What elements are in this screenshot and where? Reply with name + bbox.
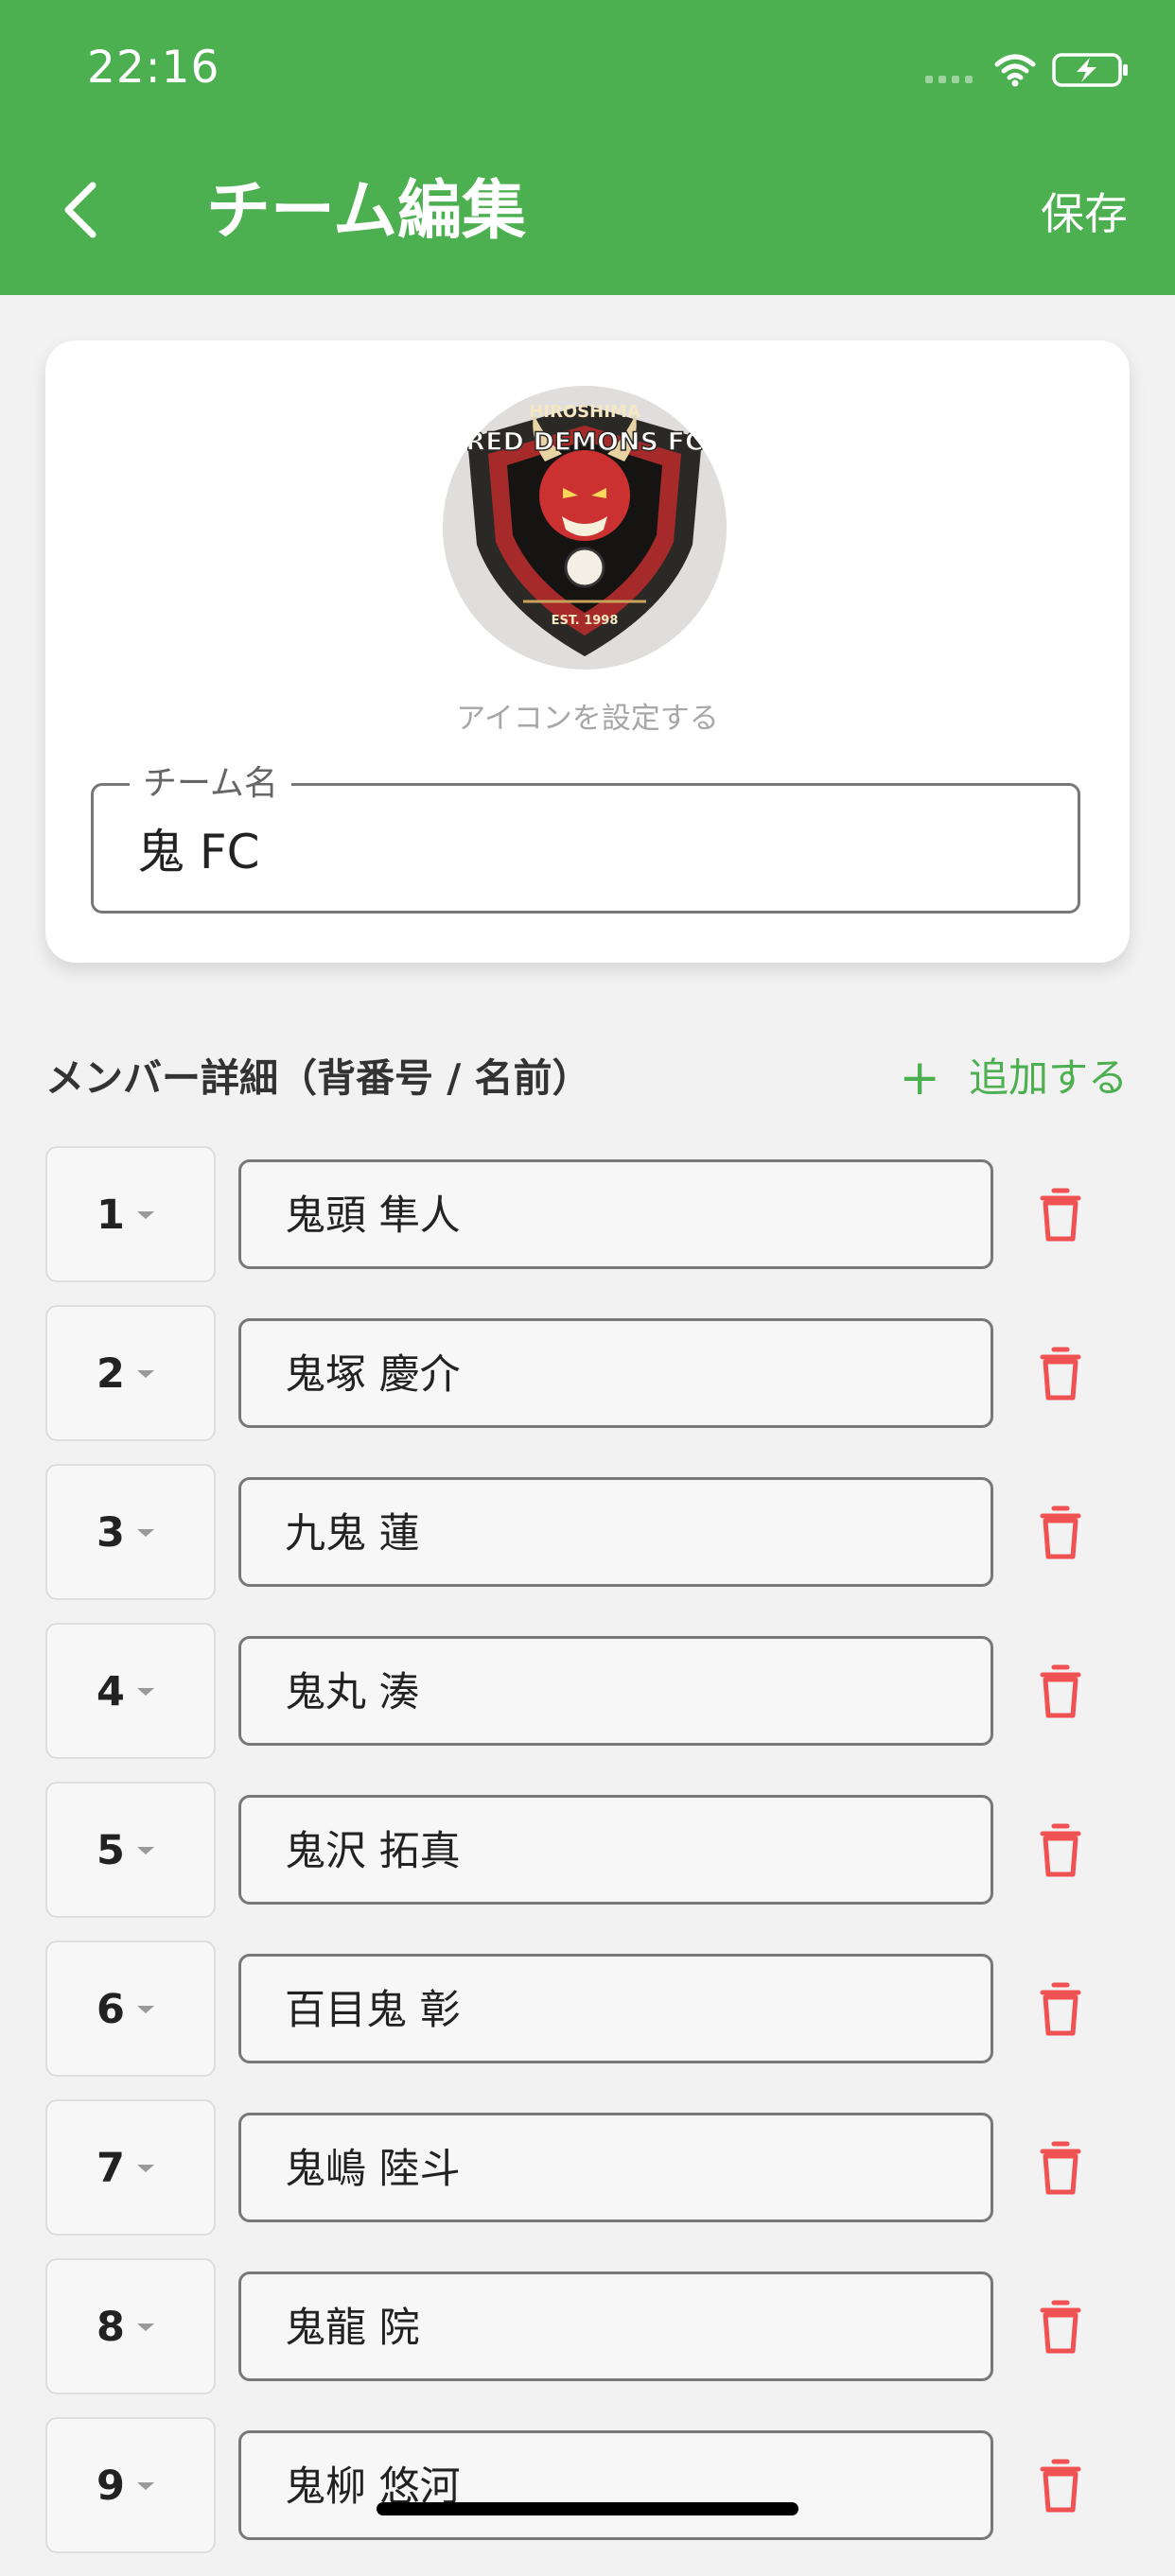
member-name-field[interactable]: 鬼沢 拓真 xyxy=(238,1795,993,1905)
add-member-label: 追加する xyxy=(968,1054,1128,1101)
app-header: 22:16 チーム編集 保存 xyxy=(0,0,1175,295)
status-time: 22:16 xyxy=(87,42,220,94)
member-name-field[interactable]: 鬼頭 隼人 xyxy=(238,1159,993,1269)
wifi-icon xyxy=(994,54,1036,87)
dropdown-arrow-icon xyxy=(137,1688,154,1696)
jersey-number-value: 3 xyxy=(96,1509,125,1557)
team-avatar[interactable]: HIROSHIMA RED DEMONS FC EST. 1998 xyxy=(443,386,727,670)
member-list: 1 鬼頭 隼人 2 鬼塚 慶介 3 九鬼 蓮 4 鬼丸 湊 5 鬼沢 拓真 6 … xyxy=(45,1146,1130,2576)
plus-icon: + xyxy=(899,1050,940,1106)
jersey-number-select[interactable]: 6 xyxy=(45,1941,216,2077)
team-name-label: チーム名 xyxy=(130,761,291,807)
member-row: 5 鬼沢 拓真 xyxy=(45,1782,1130,1941)
page-title: チーム編集 xyxy=(206,174,526,249)
member-row: 7 鬼嶋 陸斗 xyxy=(45,2099,1130,2258)
member-name-value: 鬼丸 湊 xyxy=(285,1669,420,1716)
member-name-value: 鬼塚 慶介 xyxy=(285,1351,461,1399)
member-name-value: 鬼沢 拓真 xyxy=(285,1828,461,1875)
member-row: 2 鬼塚 慶介 xyxy=(45,1305,1130,1464)
home-indicator xyxy=(377,2502,798,2515)
team-name-value[interactable]: 鬼 FC xyxy=(137,824,260,880)
dropdown-arrow-icon xyxy=(137,1370,154,1378)
member-row: 3 九鬼 蓮 xyxy=(45,1464,1130,1623)
logo-est-text: EST. 1998 xyxy=(552,614,619,628)
member-name-field[interactable]: 鬼塚 慶介 xyxy=(238,1318,993,1428)
jersey-number-select[interactable]: 2 xyxy=(45,1305,216,1441)
member-name-value: 鬼嶋 陸斗 xyxy=(285,2146,461,2193)
trash-icon[interactable] xyxy=(1035,2294,1086,2357)
add-member-button[interactable]: + 追加する xyxy=(899,1050,1128,1106)
member-name-value: 九鬼 蓮 xyxy=(285,1510,420,1558)
member-row: 4 鬼丸 湊 xyxy=(45,1623,1130,1782)
team-card: HIROSHIMA RED DEMONS FC EST. 1998 アイコンを設… xyxy=(45,340,1130,963)
trash-icon[interactable] xyxy=(1035,1818,1086,1880)
member-row: 6 百目鬼 彰 xyxy=(45,1941,1130,2099)
jersey-number-select[interactable]: 8 xyxy=(45,2258,216,2394)
member-row: 1 鬼頭 隼人 xyxy=(45,1146,1130,1305)
dropdown-arrow-icon xyxy=(137,2006,154,2013)
logo-top-text: HIROSHIMA xyxy=(529,402,640,422)
member-name-value: 鬼頭 隼人 xyxy=(285,1192,461,1240)
trash-icon[interactable] xyxy=(1035,1182,1086,1244)
trash-icon[interactable] xyxy=(1035,1500,1086,1562)
jersey-number-select[interactable]: 7 xyxy=(45,2099,216,2236)
dropdown-arrow-icon xyxy=(137,1211,154,1219)
jersey-number-select[interactable]: 5 xyxy=(45,1782,216,1918)
dropdown-arrow-icon xyxy=(137,2324,154,2331)
dropdown-arrow-icon xyxy=(137,2165,154,2172)
battery-icon xyxy=(1052,53,1128,87)
jersey-number-select[interactable]: 9 xyxy=(45,2417,216,2553)
dropdown-arrow-icon xyxy=(137,1529,154,1537)
trash-icon[interactable] xyxy=(1035,2453,1086,2515)
set-icon-caption[interactable]: アイコンを設定する xyxy=(45,694,1130,737)
member-row: 8 鬼龍 院 xyxy=(45,2258,1130,2417)
jersey-number-select[interactable]: 3 xyxy=(45,1464,216,1600)
member-name-field[interactable]: 百目鬼 彰 xyxy=(238,1954,993,2063)
jersey-number-value: 6 xyxy=(96,1986,125,2033)
trash-icon[interactable] xyxy=(1035,2135,1086,2198)
dropdown-arrow-icon xyxy=(137,1847,154,1854)
trash-icon[interactable] xyxy=(1035,1341,1086,1403)
team-name-field[interactable]: チーム名 鬼 FC xyxy=(91,761,1080,914)
trash-icon[interactable] xyxy=(1035,1659,1086,1721)
member-name-field[interactable]: 鬼柳 悠河 xyxy=(238,2430,993,2540)
jersey-number-select[interactable]: 4 xyxy=(45,1623,216,1759)
jersey-number-value: 1 xyxy=(96,1192,125,1239)
chevron-left-icon xyxy=(64,182,96,238)
back-button[interactable] xyxy=(53,176,106,244)
jersey-number-value: 8 xyxy=(96,2304,125,2351)
jersey-number-value: 7 xyxy=(96,2145,125,2192)
member-name-field[interactable]: 九鬼 蓮 xyxy=(238,1477,993,1587)
signal-icon xyxy=(925,76,973,83)
jersey-number-value: 9 xyxy=(96,2463,125,2510)
logo-main-text: RED DEMONS FC xyxy=(465,427,703,457)
member-name-value: 百目鬼 彰 xyxy=(285,1987,461,2034)
jersey-number-value: 2 xyxy=(96,1350,125,1398)
team-logo-image: HIROSHIMA RED DEMONS FC EST. 1998 xyxy=(443,386,727,670)
member-name-field[interactable]: 鬼嶋 陸斗 xyxy=(238,2113,993,2222)
jersey-number-select[interactable]: 1 xyxy=(45,1146,216,1282)
member-name-field[interactable]: 鬼龍 院 xyxy=(238,2271,993,2381)
save-button[interactable]: 保存 xyxy=(1041,185,1128,242)
dropdown-arrow-icon xyxy=(137,2482,154,2490)
member-name-value: 鬼龍 院 xyxy=(285,2305,420,2352)
member-row: 9 鬼柳 悠河 xyxy=(45,2417,1130,2576)
member-name-field[interactable]: 鬼丸 湊 xyxy=(238,1636,993,1746)
members-section-title: メンバー詳細（背番号 / 名前） xyxy=(45,1055,591,1101)
jersey-number-value: 5 xyxy=(96,1827,125,1874)
trash-icon[interactable] xyxy=(1035,1976,1086,2039)
jersey-number-value: 4 xyxy=(96,1668,125,1715)
